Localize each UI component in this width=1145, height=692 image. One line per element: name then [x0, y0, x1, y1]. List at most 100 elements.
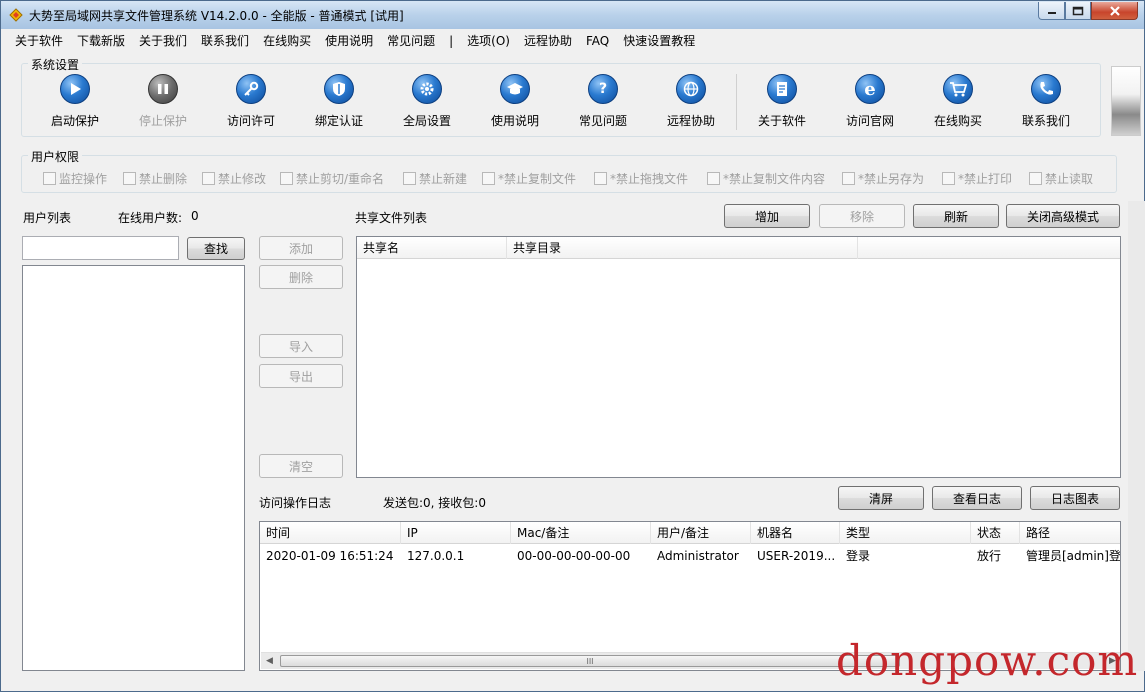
col-time[interactable]: 时间 — [260, 522, 401, 544]
close-advanced-mode-button[interactable]: 关闭高级模式 — [1006, 204, 1120, 228]
scroll-left-icon[interactable]: ◀ — [261, 653, 278, 669]
menu-remote-assist[interactable]: 远程协助 — [517, 32, 579, 49]
bind-auth-button[interactable]: 绑定认证 — [295, 74, 383, 130]
shared-files-table[interactable]: 共享名 共享目录 — [356, 236, 1121, 478]
refresh-button[interactable]: 刷新 — [913, 204, 999, 228]
chk-no-save-as[interactable]: *禁止另存为 — [842, 170, 924, 187]
col-extra[interactable] — [858, 237, 1120, 259]
col-mac[interactable]: Mac/备注 — [511, 522, 651, 544]
checkbox[interactable] — [43, 172, 56, 185]
cell-ip: 127.0.0.1 — [407, 549, 465, 563]
col-status[interactable]: 状态 — [971, 522, 1020, 544]
remote-assist-label: 远程协助 — [666, 114, 715, 128]
checkbox[interactable] — [1029, 172, 1042, 185]
view-log-button[interactable]: 查看日志 — [932, 486, 1022, 510]
chk-no-copy-content[interactable]: *禁止复制文件内容 — [707, 170, 825, 187]
checkbox[interactable] — [202, 172, 215, 185]
user-list[interactable] — [22, 265, 245, 671]
visit-website-button[interactable]: e 访问官网 — [826, 74, 914, 130]
app-window: 大势至局域网共享文件管理系统 V14.2.0.0 - 全能版 - 普通模式 [试… — [0, 0, 1145, 692]
checkbox[interactable] — [707, 172, 720, 185]
about-software-button[interactable]: 关于软件 — [738, 74, 826, 130]
import-button[interactable]: 导入 — [259, 334, 343, 358]
faq-button[interactable]: ? 常见问题 — [559, 74, 647, 130]
col-machine[interactable]: 机器名 — [751, 522, 840, 544]
col-type[interactable]: 类型 — [840, 522, 971, 544]
close-button[interactable] — [1091, 2, 1138, 20]
checkbox[interactable] — [482, 172, 495, 185]
col-share-name[interactable]: 共享名 — [357, 237, 507, 259]
menu-faq-cn[interactable]: 常见问题 — [380, 32, 442, 49]
search-button[interactable]: 查找 — [187, 237, 245, 260]
col-path[interactable]: 路径 — [1020, 522, 1120, 544]
cell-user: Administrator — [657, 549, 739, 563]
close-icon — [1109, 5, 1120, 16]
col-share-dir[interactable]: 共享目录 — [507, 237, 858, 259]
contact-us-button[interactable]: 联系我们 — [1002, 74, 1090, 130]
chk-no-delete[interactable]: 禁止删除 — [123, 170, 187, 187]
user-search-input[interactable] — [22, 236, 179, 260]
watermark-text: dongpow.com — [836, 636, 1139, 685]
access-log-label: 访问操作日志 — [259, 496, 332, 510]
phone-icon — [1031, 74, 1061, 104]
chk-no-create[interactable]: 禁止新建 — [403, 170, 467, 187]
menu-about-us[interactable]: 关于我们 — [132, 32, 194, 49]
cell-machine: USER-2019... — [757, 549, 836, 563]
graduation-cap-icon — [500, 74, 530, 104]
menu-options[interactable]: 选项(O) — [460, 32, 517, 49]
maximize-button[interactable] — [1065, 2, 1091, 20]
checkbox[interactable] — [842, 172, 855, 185]
menu-quick-tutorial[interactable]: 快速设置教程 — [616, 32, 702, 49]
global-settings-label: 全局设置 — [402, 114, 451, 128]
add-share-button[interactable]: 增加 — [724, 204, 810, 228]
play-icon — [60, 74, 90, 104]
col-user[interactable]: 用户/备注 — [651, 522, 751, 544]
checkbox[interactable] — [123, 172, 136, 185]
add-user-button[interactable]: 添加 — [259, 236, 343, 260]
remove-share-button[interactable]: 移除 — [819, 204, 905, 228]
table-row[interactable]: 2020-01-09 16:51:24 127.0.0.1 00-00-00-0… — [260, 546, 1120, 566]
log-chart-button[interactable]: 日志图表 — [1030, 486, 1120, 510]
cart-icon — [943, 74, 973, 104]
title-bar[interactable]: 大势至局域网共享文件管理系统 V14.2.0.0 - 全能版 - 普通模式 [试… — [1, 1, 1144, 29]
cell-time: 2020-01-09 16:51:24 — [266, 549, 394, 563]
manual-label: 使用说明 — [490, 114, 539, 128]
chk-no-print[interactable]: *禁止打印 — [942, 170, 1012, 187]
faq-label: 常见问题 — [578, 114, 627, 128]
menu-faq[interactable]: FAQ — [579, 34, 616, 48]
chk-no-drag-file[interactable]: *禁止拖拽文件 — [594, 170, 688, 187]
export-button[interactable]: 导出 — [259, 364, 343, 388]
online-users-count: 0 — [191, 209, 199, 223]
menu-contact[interactable]: 联系我们 — [194, 32, 256, 49]
chk-no-copy-file[interactable]: *禁止复制文件 — [482, 170, 576, 187]
scroll-thumb[interactable]: III — [280, 655, 900, 667]
clear-screen-button[interactable]: 清屏 — [838, 486, 924, 510]
checkbox[interactable] — [942, 172, 955, 185]
user-permissions-label: 用户权限 — [28, 148, 83, 165]
access-permission-button[interactable]: 访问许可 — [207, 74, 295, 130]
menu-manual[interactable]: 使用说明 — [318, 32, 380, 49]
remote-assist-button[interactable]: 远程协助 — [647, 74, 735, 130]
buy-online-button[interactable]: 在线购买 — [914, 74, 1002, 130]
start-protection-button[interactable]: 启动保护 — [31, 74, 119, 130]
menu-about-software[interactable]: 关于软件 — [8, 32, 70, 49]
chk-monitor[interactable]: 监控操作 — [43, 170, 107, 187]
manual-button[interactable]: 使用说明 — [471, 74, 559, 130]
minimize-button[interactable] — [1038, 2, 1065, 20]
clear-users-button[interactable]: 清空 — [259, 454, 343, 478]
checkbox[interactable] — [403, 172, 416, 185]
system-settings-label: 系统设置 — [28, 56, 83, 73]
checkbox[interactable] — [280, 172, 293, 185]
checkbox[interactable] — [594, 172, 607, 185]
global-settings-button[interactable]: 全局设置 — [383, 74, 471, 130]
chk-no-modify[interactable]: 禁止修改 — [202, 170, 266, 187]
menu-download[interactable]: 下载新版 — [70, 32, 132, 49]
delete-user-button[interactable]: 删除 — [259, 265, 343, 289]
menu-buy[interactable]: 在线购买 — [256, 32, 318, 49]
col-ip[interactable]: IP — [401, 522, 511, 544]
chk-no-cut-rename[interactable]: 禁止剪切/重命名 — [280, 170, 384, 187]
menu-bar: 关于软件 下载新版 关于我们 联系我们 在线购买 使用说明 常见问题 | 选项(… — [2, 30, 1143, 51]
window-vertical-scrollbar[interactable] — [1128, 201, 1145, 671]
chk-no-read[interactable]: 禁止读取 — [1029, 170, 1093, 187]
user-list-label: 用户列表 — [23, 211, 72, 225]
